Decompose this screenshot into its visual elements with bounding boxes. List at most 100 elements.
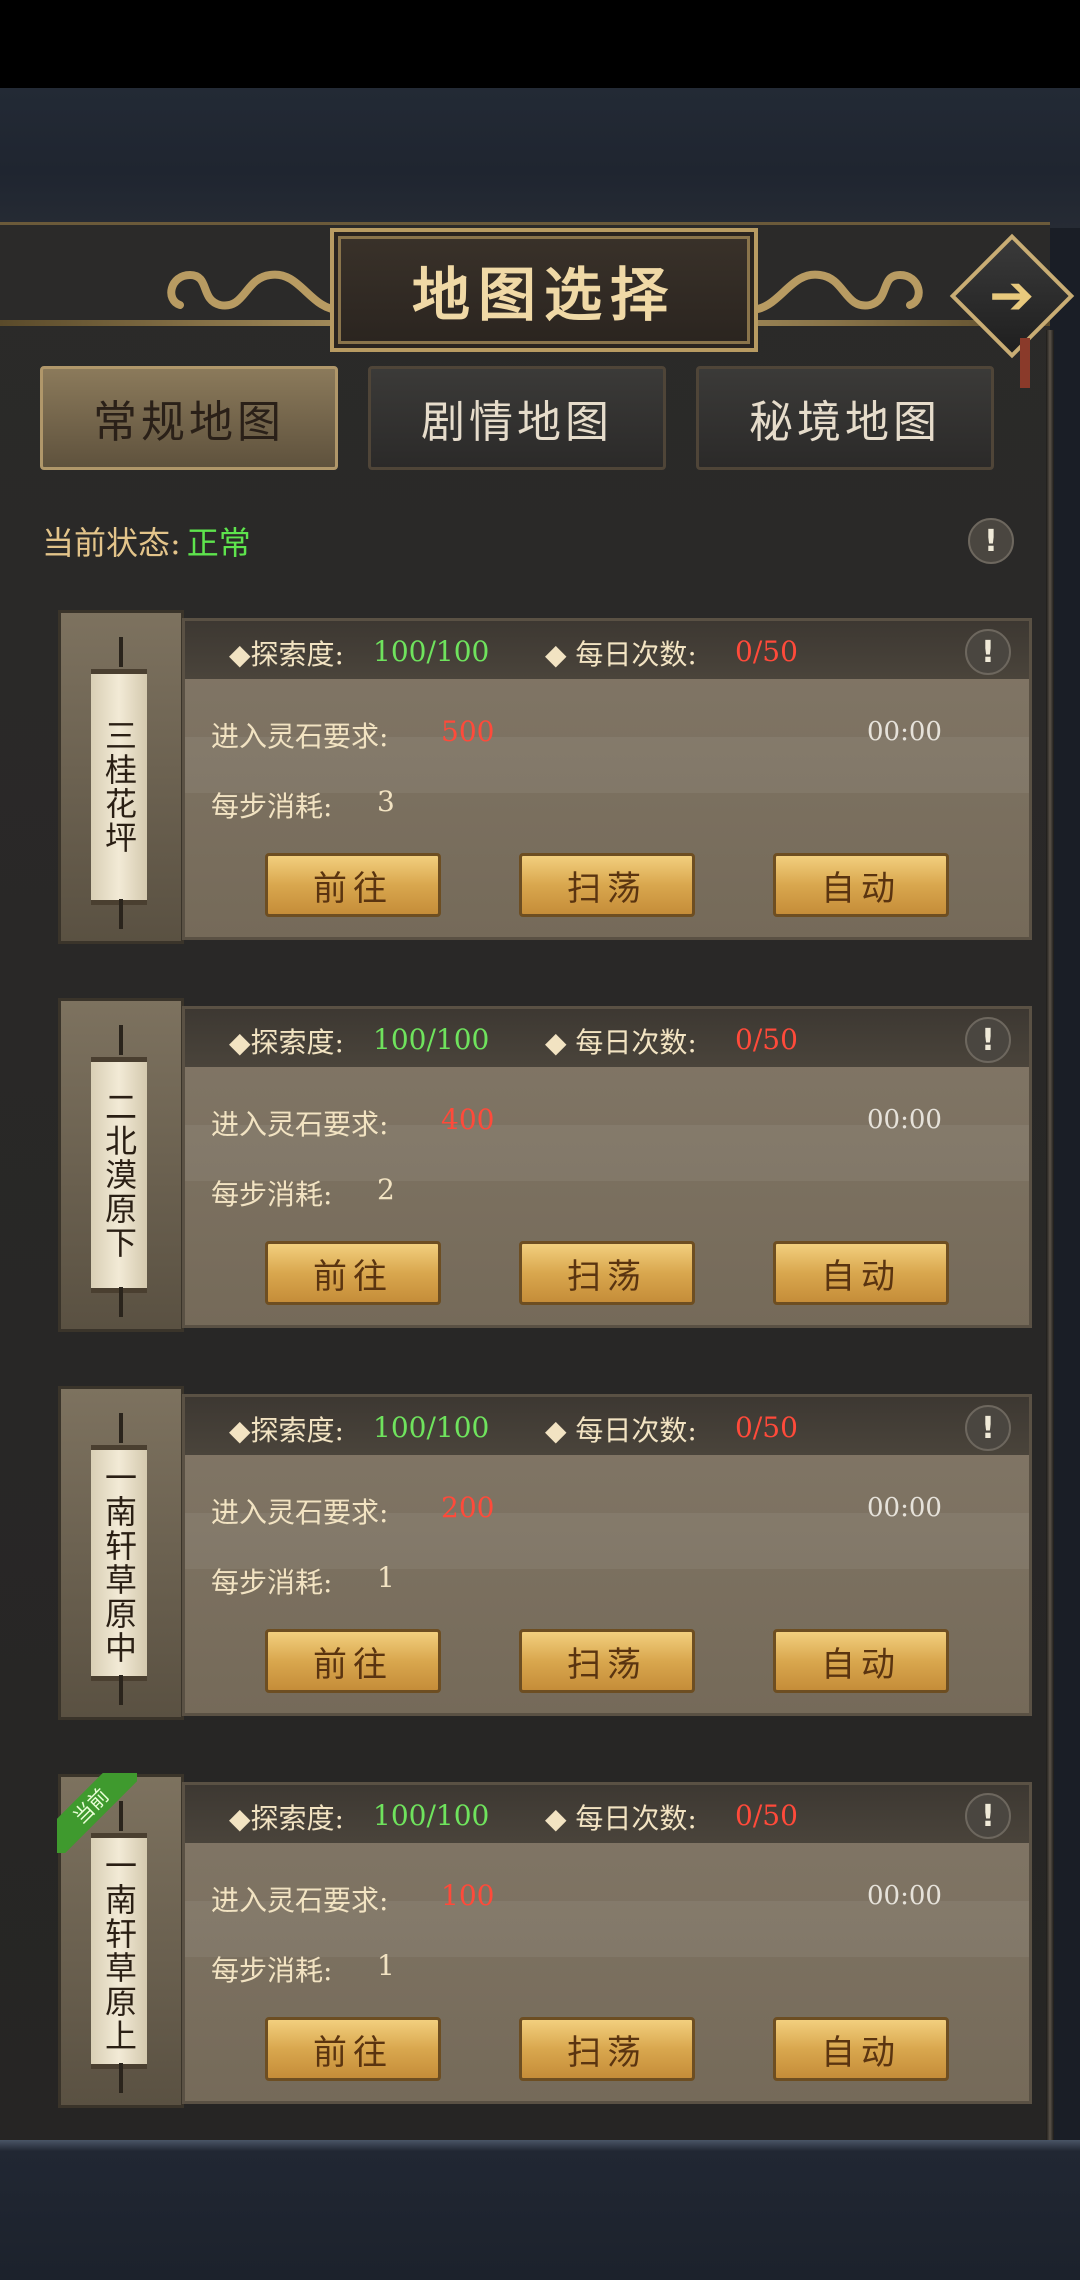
daily-count-label: ◆ 每日次数: — [545, 1026, 697, 1059]
scrollbar-rail[interactable] — [1046, 330, 1054, 2140]
auto-button[interactable]: 自动 — [773, 2017, 949, 2081]
scroll-rod-bottom — [119, 2063, 123, 2093]
background-bottom — [0, 2140, 1080, 2280]
scroll-rod-bottom — [119, 1675, 123, 1705]
current-map-badge: 当前 — [57, 1773, 137, 1853]
status-bar — [0, 0, 1080, 88]
map-name-scroll-panel: 一南轩草原上 当前 — [57, 1773, 184, 2108]
map-card: 三桂花坪 ◆探索度: 100/100 ◆ 每日次数: 0/50 ! 进入灵石要求… — [58, 610, 1032, 944]
map-name-scroll-panel: 二北漠原下 — [58, 998, 184, 1332]
daily-count-label: ◆ 每日次数: — [545, 638, 697, 671]
daily-count-value: 0/50 — [735, 635, 798, 668]
stone-requirement-value: 500 — [441, 715, 495, 748]
current-status: 当前状态: 正常 — [42, 518, 251, 564]
status-label: 当前状态: — [42, 524, 181, 562]
daily-count-value: 0/50 — [735, 1411, 798, 1444]
step-cost-label: 每步消耗: — [211, 1566, 333, 1599]
stone-requirement-label: 进入灵石要求: — [211, 1884, 389, 1917]
explore-label: ◆探索度: — [229, 1026, 344, 1059]
timer: 00:00 — [867, 1881, 942, 1911]
stone-requirement-value: 100 — [441, 1879, 495, 1912]
scroll-rod-bottom — [119, 899, 123, 929]
map-card-current: 一南轩草原上 当前 ◆探索度: 100/100 ◆ 每日次数: 0/50 ! 进… — [57, 1773, 1032, 2108]
scroll-rod-top — [119, 1413, 123, 1443]
step-cost-value: 1 — [377, 1561, 395, 1594]
sweep-button[interactable]: 扫荡 — [519, 853, 695, 917]
button-label: 前往 — [313, 1644, 393, 1685]
timer: 00:00 — [867, 1105, 942, 1135]
step-cost-value: 1 — [377, 1949, 395, 1982]
tab-label: 秘境地图 — [749, 397, 941, 448]
scroll-rod-bottom — [119, 1287, 123, 1317]
button-label: 扫荡 — [567, 868, 647, 909]
stone-requirement-label: 进入灵石要求: — [211, 1496, 389, 1529]
button-label: 自动 — [821, 1644, 901, 1685]
map-name: 一南轩草原上 — [91, 1833, 147, 2069]
map-name: 三桂花坪 — [91, 669, 147, 905]
explore-value: 100/100 — [373, 1411, 490, 1444]
scroll-rod-top — [119, 1025, 123, 1055]
map-info-button[interactable]: ! — [965, 629, 1011, 675]
arrow-right-icon: ➔ — [989, 264, 1035, 327]
map-card: 二北漠原下 ◆探索度: 100/100 ◆ 每日次数: 0/50 ! 进入灵石要… — [58, 998, 1032, 1332]
stone-requirement-value: 200 — [441, 1491, 495, 1524]
explore-value: 100/100 — [373, 1799, 490, 1832]
stone-requirement-label: 进入灵石要求: — [211, 720, 389, 753]
exclamation-icon: ! — [984, 523, 998, 559]
title-bar: 地图选择 ➔ — [0, 222, 1080, 388]
step-cost-label: 每步消耗: — [211, 1954, 333, 1987]
exclamation-icon: ! — [981, 1410, 995, 1446]
explore-value: 100/100 — [373, 1023, 490, 1056]
tab-secret-map[interactable]: 秘境地图 — [696, 366, 994, 470]
auto-button[interactable]: 自动 — [773, 853, 949, 917]
tassel-ornament — [1020, 338, 1030, 388]
button-label: 前往 — [313, 868, 393, 909]
go-button[interactable]: 前往 — [265, 1241, 441, 1305]
map-card: 一南轩草原中 ◆探索度: 100/100 ◆ 每日次数: 0/50 ! 进入灵石… — [58, 1386, 1032, 1720]
map-info-button[interactable]: ! — [965, 1017, 1011, 1063]
tab-story-map[interactable]: 剧情地图 — [368, 366, 666, 470]
auto-button[interactable]: 自动 — [773, 1629, 949, 1693]
explore-label: ◆探索度: — [229, 1414, 344, 1447]
explore-label: ◆探索度: — [229, 1802, 344, 1835]
map-name: 二北漠原下 — [91, 1057, 147, 1293]
cloud-ornament-left-icon — [167, 270, 344, 314]
scroll-rod-top — [119, 637, 123, 667]
map-card-body: ◆探索度: 100/100 ◆ 每日次数: 0/50 ! 进入灵石要求: 400… — [182, 1006, 1032, 1328]
tab-label: 常规地图 — [93, 397, 285, 448]
daily-count-label: ◆ 每日次数: — [545, 1802, 697, 1835]
go-button[interactable]: 前往 — [265, 853, 441, 917]
map-card-body: ◆探索度: 100/100 ◆ 每日次数: 0/50 ! 进入灵石要求: 500… — [182, 618, 1032, 940]
go-button[interactable]: 前往 — [265, 2017, 441, 2081]
map-info-button[interactable]: ! — [965, 1405, 1011, 1451]
map-name: 一南轩草原中 — [91, 1445, 147, 1681]
daily-count-value: 0/50 — [735, 1799, 798, 1832]
sweep-button[interactable]: 扫荡 — [519, 1241, 695, 1305]
map-card-body: ◆探索度: 100/100 ◆ 每日次数: 0/50 ! 进入灵石要求: 100… — [182, 1782, 1032, 2104]
daily-count-value: 0/50 — [735, 1023, 798, 1056]
tab-label: 剧情地图 — [421, 397, 613, 448]
exclamation-icon: ! — [981, 1022, 995, 1058]
button-label: 自动 — [821, 2032, 901, 2073]
go-button[interactable]: 前往 — [265, 1629, 441, 1693]
step-cost-value: 3 — [377, 785, 395, 818]
button-label: 前往 — [313, 1256, 393, 1297]
timer: 00:00 — [867, 1493, 942, 1523]
map-name-scroll-panel: 一南轩草原中 — [58, 1386, 184, 1720]
status-info-button[interactable]: ! — [968, 518, 1014, 564]
auto-button[interactable]: 自动 — [773, 1241, 949, 1305]
button-label: 自动 — [821, 868, 901, 909]
map-info-button[interactable]: ! — [965, 1793, 1011, 1839]
sweep-button[interactable]: 扫荡 — [519, 2017, 695, 2081]
map-name-scroll-panel: 三桂花坪 — [58, 610, 184, 944]
step-cost-label: 每步消耗: — [211, 790, 333, 823]
button-label: 扫荡 — [567, 1256, 647, 1297]
current-badge-label: 当前 — [57, 1773, 137, 1853]
sweep-button[interactable]: 扫荡 — [519, 1629, 695, 1693]
tab-regular-map[interactable]: 常规地图 — [40, 366, 338, 470]
button-label: 扫荡 — [567, 2032, 647, 2073]
next-page-button[interactable]: ➔ — [949, 233, 1075, 359]
page-title: 地图选择 — [411, 261, 676, 329]
status-value: 正常 — [186, 524, 251, 562]
title-plate: 地图选择 — [330, 228, 758, 352]
